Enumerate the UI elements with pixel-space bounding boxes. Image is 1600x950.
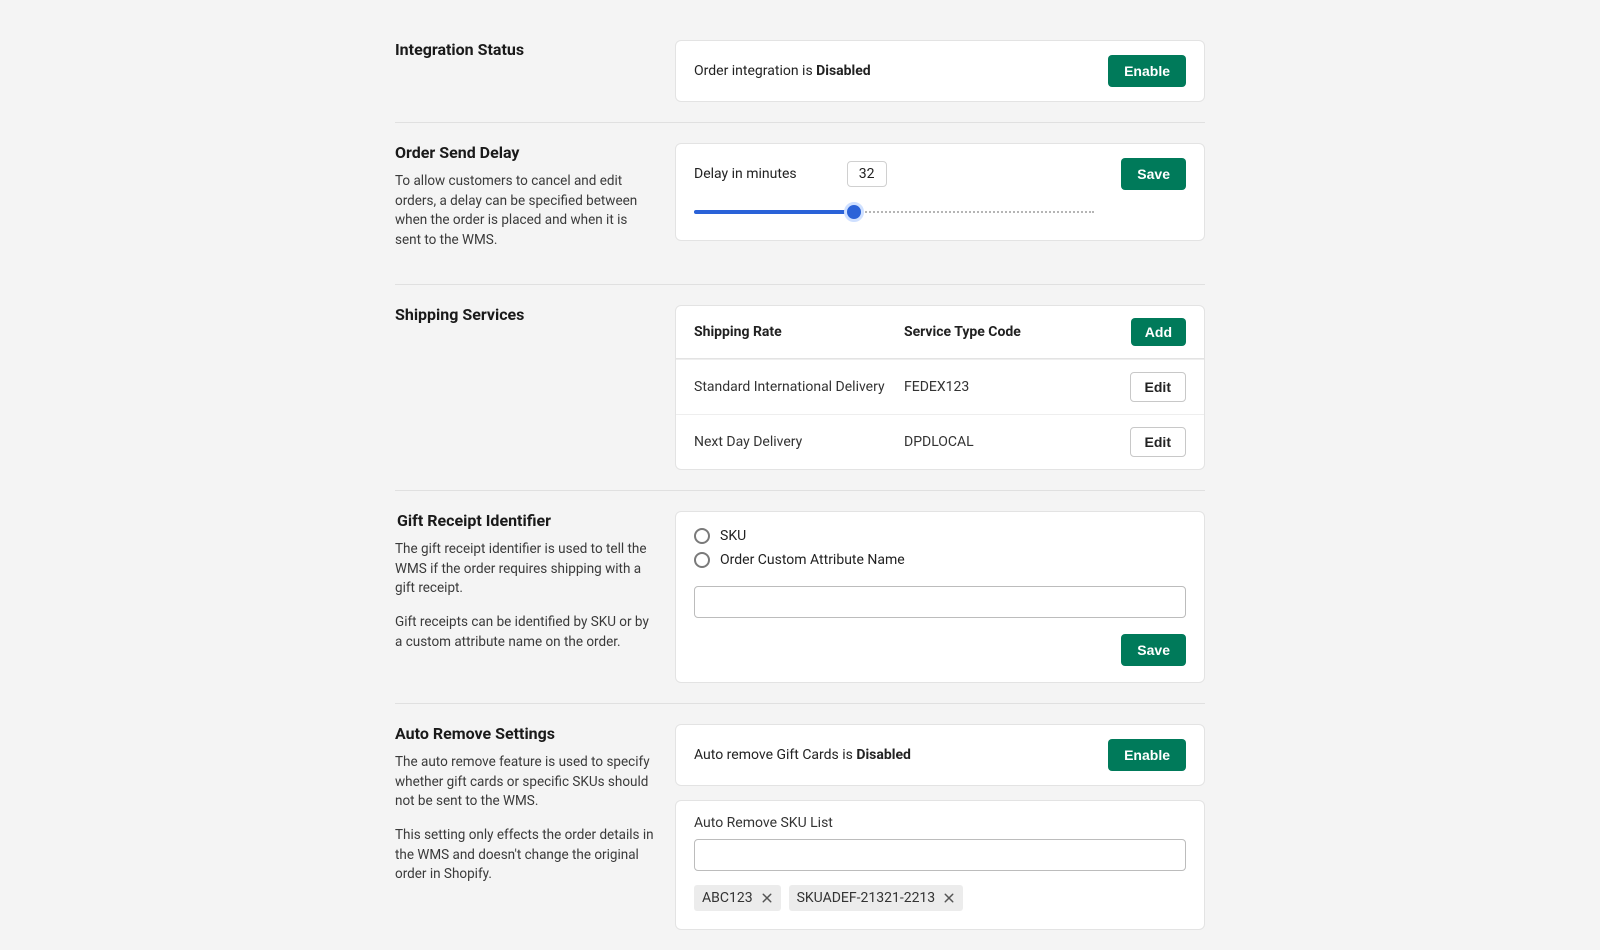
delay-slider[interactable] (694, 200, 1094, 226)
sku-tag: SKUADEF-21321-2213 (789, 885, 964, 911)
gift-receipt-heading: Gift Receipt Identifier (397, 511, 655, 530)
shipping-table-header: Shipping Rate Service Type Code Add (676, 306, 1204, 359)
sku-tag: ABC123 (694, 885, 781, 911)
close-icon[interactable] (943, 892, 955, 904)
radio-option-sku[interactable]: SKU (694, 528, 1186, 544)
auto-remove-sku-card: Auto Remove SKU List ABC123 SKUADEF-21321… (675, 800, 1205, 930)
order-send-delay-desc: To allow customers to cancel and edit or… (395, 172, 655, 250)
service-code-cell: DPDLOCAL (904, 434, 1116, 450)
auto-remove-sku-label: Auto Remove SKU List (694, 815, 1186, 831)
gift-receipt-section: Gift Receipt Identifier The gift receipt… (395, 511, 1205, 704)
shipping-services-table: Shipping Rate Service Type Code Add Stan… (675, 305, 1205, 470)
col-header-code: Service Type Code (904, 324, 1116, 340)
table-row: Standard International DeliveryFEDEX123 E… (676, 359, 1204, 414)
add-shipping-button[interactable]: Add (1131, 318, 1186, 346)
auto-remove-status-text: Auto remove Gift Cards is Disabled (694, 747, 911, 763)
auto-remove-status-prefix: Auto remove Gift Cards is (694, 747, 856, 763)
col-header-rate: Shipping Rate (694, 324, 904, 340)
slider-thumb[interactable] (844, 202, 864, 222)
table-row: Next Day DeliveryDPDLOCAL Edit (676, 414, 1204, 469)
save-delay-button[interactable]: Save (1121, 158, 1186, 190)
shipping-services-heading: Shipping Services (395, 305, 655, 324)
auto-remove-sku-input[interactable] (694, 839, 1186, 871)
integration-status-heading: Integration Status (395, 40, 655, 59)
auto-remove-desc2: This setting only effects the order deta… (395, 826, 655, 885)
enable-auto-remove-button[interactable]: Enable (1108, 739, 1186, 771)
auto-remove-heading: Auto Remove Settings (395, 724, 655, 743)
auto-remove-status-card: Auto remove Gift Cards is Disabled Enabl… (675, 724, 1205, 786)
auto-remove-desc1: The auto remove feature is used to speci… (395, 753, 655, 812)
gift-identifier-input[interactable] (694, 586, 1186, 618)
gift-receipt-desc1: The gift receipt identifier is used to t… (395, 540, 655, 599)
integration-status-text: Order integration is Disabled (694, 63, 871, 79)
gift-receipt-card: SKU Order Custom Attribute Name Save (675, 511, 1205, 683)
edit-shipping-button[interactable]: Edit (1130, 372, 1186, 402)
shipping-services-section: Shipping Services Shipping Rate Service … (395, 305, 1205, 491)
order-send-delay-heading: Order Send Delay (395, 143, 655, 162)
auto-remove-section: Auto Remove Settings The auto remove fea… (395, 724, 1205, 950)
enable-integration-button[interactable]: Enable (1108, 55, 1186, 87)
integration-status-prefix: Order integration is (694, 63, 816, 79)
slider-fill (694, 210, 854, 214)
order-send-delay-section: Order Send Delay To allow customers to c… (395, 143, 1205, 285)
radio-icon (694, 528, 710, 544)
integration-status-section: Integration Status Order integration is … (395, 40, 1205, 123)
radio-option-custom-attr[interactable]: Order Custom Attribute Name (694, 552, 1186, 568)
radio-label-sku: SKU (720, 528, 746, 544)
delay-label: Delay in minutes (694, 166, 797, 182)
radio-label-custom-attr: Order Custom Attribute Name (720, 552, 905, 568)
radio-icon (694, 552, 710, 568)
shipping-rate-cell: Standard International Delivery (694, 379, 904, 395)
service-code-cell: FEDEX123 (904, 379, 1116, 395)
gift-receipt-desc2: Gift receipts can be identified by SKU o… (395, 613, 655, 652)
sku-tag-label: ABC123 (702, 890, 753, 906)
integration-status-card: Order integration is Disabled Enable (675, 40, 1205, 102)
delay-value-display: 32 (847, 161, 887, 187)
edit-shipping-button[interactable]: Edit (1130, 427, 1186, 457)
order-send-delay-card: Delay in minutes 32 Save (675, 143, 1205, 241)
integration-status-value: Disabled (816, 63, 871, 79)
sku-tag-row: ABC123 SKUADEF-21321-2213 (694, 885, 1186, 911)
close-icon[interactable] (761, 892, 773, 904)
shipping-rate-cell: Next Day Delivery (694, 434, 904, 450)
sku-tag-label: SKUADEF-21321-2213 (797, 890, 936, 906)
auto-remove-status-value: Disabled (856, 747, 911, 763)
save-gift-button[interactable]: Save (1121, 634, 1186, 666)
